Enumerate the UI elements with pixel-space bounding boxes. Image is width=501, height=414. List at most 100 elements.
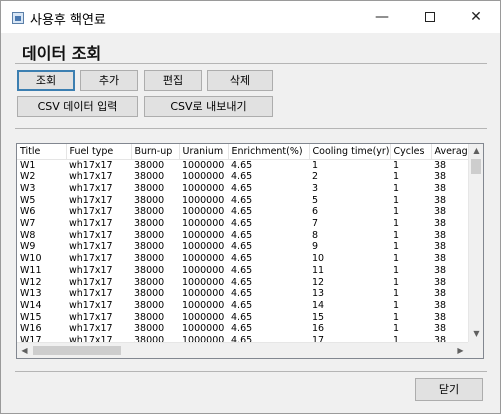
table-cell: W12 xyxy=(20,276,42,288)
table-cell: 38000 xyxy=(134,253,165,265)
table-cell: 38000 xyxy=(134,182,165,194)
table-cell: 4.65 xyxy=(231,218,253,230)
table-cell: W5 xyxy=(20,194,36,206)
table-row[interactable]: W1 wh17x17 38000 1000000 4.65 1 1 38 xyxy=(17,159,476,171)
table-cell: wh17x17 xyxy=(69,229,113,241)
table-cell: 38000 xyxy=(134,241,165,253)
table-cell: 38000 xyxy=(134,264,165,276)
table-cell: 16 xyxy=(312,323,325,335)
table-cell: wh17x17 xyxy=(69,194,113,206)
table-cell: W8 xyxy=(20,229,36,241)
table-cell: 12 xyxy=(312,276,325,288)
table-cell: 38000 xyxy=(134,323,165,335)
table-cell: wh17x17 xyxy=(69,288,113,300)
table-row[interactable]: W6 wh17x17 38000 1000000 4.65 6 1 38 xyxy=(17,206,476,218)
window-title: 사용후 핵연료 xyxy=(30,13,106,28)
vertical-scrollbar[interactable]: ▲ ▼ xyxy=(468,144,483,343)
maximize-button[interactable] xyxy=(407,1,453,33)
table-cell: 4.65 xyxy=(231,299,253,311)
table-row[interactable]: W13 wh17x17 38000 1000000 4.65 13 1 38 xyxy=(17,288,476,300)
table-row[interactable]: W12 wh17x17 38000 1000000 4.65 12 1 38 xyxy=(17,277,476,289)
column-header[interactable]: Uranium xyxy=(179,144,229,160)
table-cell: 1 xyxy=(393,218,400,230)
table-cell: W6 xyxy=(20,206,36,218)
table-cell: 4.65 xyxy=(231,241,253,253)
table-cell: 4.65 xyxy=(231,182,253,194)
table-cell: 4.65 xyxy=(231,229,253,241)
table-row[interactable]: W2 wh17x17 38000 1000000 4.65 2 1 38 xyxy=(17,171,476,183)
table-cell: W13 xyxy=(20,288,42,300)
horizontal-scrollbar[interactable]: ◀ ▶ xyxy=(17,342,469,358)
scroll-thumb[interactable] xyxy=(33,346,121,355)
table-cell: 14 xyxy=(312,299,325,311)
table-cell: W2 xyxy=(20,171,36,183)
table-row[interactable]: W3 wh17x17 38000 1000000 4.65 3 1 38 xyxy=(17,183,476,195)
table-cell: 38000 xyxy=(134,229,165,241)
edit-button[interactable]: 편집 xyxy=(144,70,202,91)
csv-import-button[interactable]: CSV 데이터 입력 xyxy=(17,96,138,117)
column-header[interactable]: Enrichment(%) xyxy=(228,144,310,160)
table-cell: 1 xyxy=(393,253,400,265)
table-row[interactable]: W7 wh17x17 38000 1000000 4.65 7 1 38 xyxy=(17,218,476,230)
table-row[interactable]: W14 wh17x17 38000 1000000 4.65 14 1 38 xyxy=(17,300,476,312)
table-cell: wh17x17 xyxy=(69,171,113,183)
table-cell: 1 xyxy=(393,229,400,241)
up-arrow-icon[interactable]: ▲ xyxy=(469,146,483,155)
delete-button[interactable]: 삭제 xyxy=(207,70,273,91)
table-cell: 1000000 xyxy=(182,171,225,183)
right-arrow-icon[interactable]: ▶ xyxy=(453,346,468,355)
data-grid[interactable]: Title Fuel type Burn-up Uranium Enrichment(%… xyxy=(17,144,477,347)
add-button[interactable]: 추가 xyxy=(80,70,138,91)
table-cell: wh17x17 xyxy=(69,311,113,323)
table-cell: 7 xyxy=(312,218,319,230)
column-header[interactable]: Cooling time(yr) xyxy=(309,144,391,160)
left-arrow-icon[interactable]: ◀ xyxy=(17,346,32,355)
table-cell: 38000 xyxy=(134,206,165,218)
table-cell: 10 xyxy=(312,253,325,265)
table-cell: 6 xyxy=(312,206,319,218)
table-cell: 1000000 xyxy=(182,194,225,206)
close-button[interactable]: 닫기 xyxy=(415,378,483,401)
table-cell: 1 xyxy=(393,299,400,311)
minimize-button[interactable]: — xyxy=(359,1,405,33)
table-cell: 38000 xyxy=(134,194,165,206)
table-cell: 11 xyxy=(312,264,325,276)
table-row[interactable]: W11 wh17x17 38000 1000000 4.65 11 1 38 xyxy=(17,265,476,277)
table-row[interactable]: W5 wh17x17 38000 1000000 4.65 5 1 38 xyxy=(17,195,476,207)
table-row[interactable]: W10 wh17x17 38000 1000000 4.65 10 1 38 xyxy=(17,253,476,265)
table-cell: 9 xyxy=(312,241,319,253)
close-window-button[interactable]: ✕ xyxy=(453,1,499,33)
table-row[interactable]: W15 wh17x17 38000 1000000 4.65 15 1 38 xyxy=(17,312,476,324)
title-bar[interactable]: 사용후 핵연료 — ✕ xyxy=(1,1,500,33)
maximize-icon xyxy=(425,12,435,22)
column-header[interactable]: Title xyxy=(17,144,67,160)
table-row[interactable]: W9 wh17x17 38000 1000000 4.65 9 1 38 xyxy=(17,241,476,253)
table-cell: 1000000 xyxy=(182,299,225,311)
scroll-thumb[interactable] xyxy=(471,159,481,174)
table-cell: W14 xyxy=(20,299,42,311)
table-cell: 1000000 xyxy=(182,288,225,300)
table-row[interactable]: W16 wh17x17 38000 1000000 4.65 16 1 38 xyxy=(17,323,476,335)
table-cell: 3 xyxy=(312,182,319,194)
divider xyxy=(15,128,487,129)
table-cell: 1 xyxy=(393,206,400,218)
column-header[interactable]: Cycles xyxy=(390,144,432,160)
minimize-icon: — xyxy=(375,9,389,25)
table-cell: 1000000 xyxy=(182,229,225,241)
table-cell: wh17x17 xyxy=(69,218,113,230)
down-arrow-icon[interactable]: ▼ xyxy=(469,329,483,338)
table-cell: 1000000 xyxy=(182,206,225,218)
table-cell: 1000000 xyxy=(182,311,225,323)
csv-export-button[interactable]: CSV로 내보내기 xyxy=(144,96,273,117)
table-cell: 38000 xyxy=(134,288,165,300)
table-cell: 1 xyxy=(393,323,400,335)
query-button[interactable]: 조회 xyxy=(17,70,75,91)
column-header[interactable]: Burn-up xyxy=(131,144,180,160)
table-cell: 4.65 xyxy=(231,206,253,218)
table-cell: 15 xyxy=(312,311,325,323)
table-cell: 4.65 xyxy=(231,323,253,335)
table-row[interactable]: W8 wh17x17 38000 1000000 4.65 8 1 38 xyxy=(17,230,476,242)
column-header[interactable]: Fuel type xyxy=(66,144,132,160)
data-table[interactable]: Title Fuel type Burn-up Uranium Enrichment(%… xyxy=(16,143,484,359)
table-cell: 38000 xyxy=(134,159,165,171)
